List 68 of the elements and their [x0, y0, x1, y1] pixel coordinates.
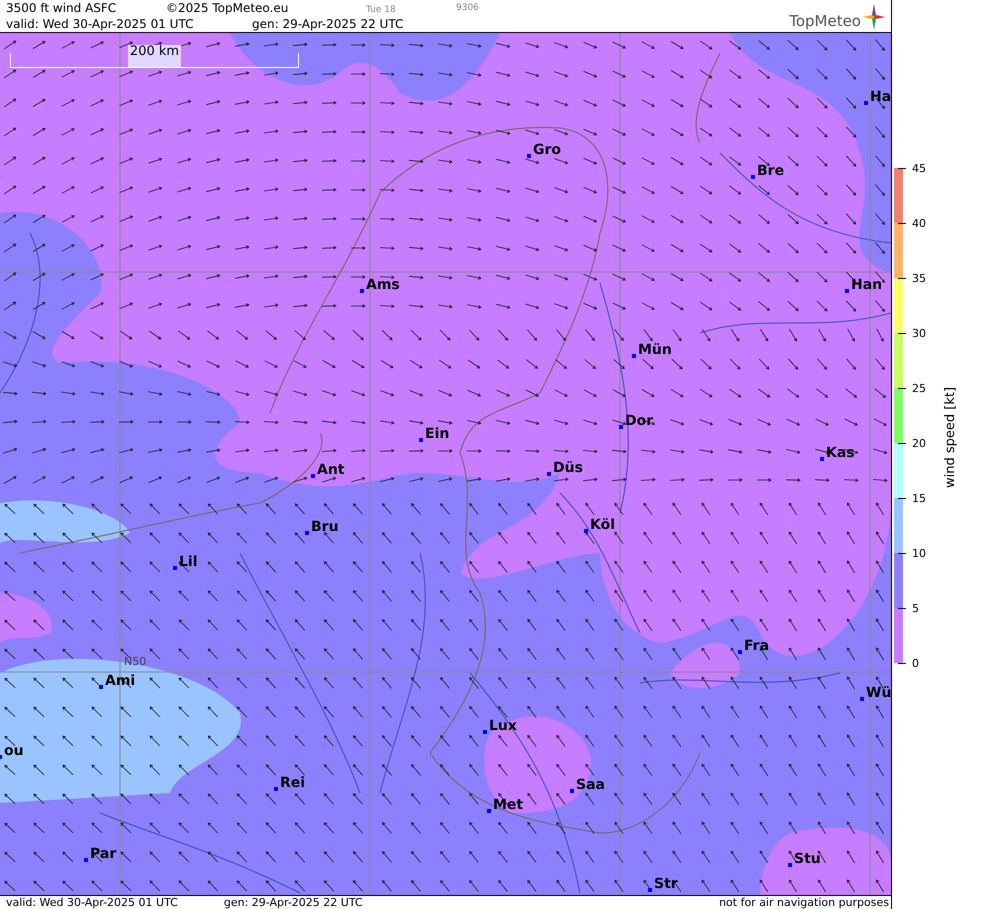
city-label: Met	[493, 798, 524, 812]
city-label: Bru	[311, 520, 339, 534]
city-label: Wü	[866, 686, 891, 700]
city-marker-icon	[820, 457, 824, 461]
tick-label: 15	[912, 492, 926, 504]
city-marker-icon	[305, 531, 309, 535]
city-marker-icon	[845, 289, 849, 293]
city-label: Rei	[280, 776, 306, 790]
tick-label: 0	[912, 656, 919, 670]
city-label: Ein	[425, 427, 450, 441]
scale-label: 200 km	[128, 45, 182, 67]
city-marker-icon	[99, 685, 103, 689]
city-marker-icon	[619, 425, 623, 429]
compass-star-icon	[863, 4, 885, 30]
city-marker-icon	[738, 650, 742, 654]
city-label: Düs	[553, 461, 583, 475]
grid-label: N50	[124, 655, 146, 668]
city-label: ou	[4, 744, 24, 758]
legend-title: wind speed [kt]	[943, 386, 958, 488]
tick-label: 5	[912, 602, 919, 614]
city-marker-icon	[311, 474, 315, 478]
city-marker-icon	[648, 888, 652, 892]
city-marker-icon	[360, 289, 364, 293]
city-marker-icon	[864, 101, 868, 105]
city-label: Mün	[638, 343, 672, 357]
city-marker-icon	[632, 354, 636, 358]
city-marker-icon	[173, 566, 177, 570]
city-label: Köl	[590, 518, 616, 532]
city-marker-icon	[547, 472, 551, 476]
city-label: Stu	[794, 852, 821, 866]
city-marker-icon	[584, 529, 588, 533]
city-label: Ant	[317, 463, 344, 477]
map-title: 3500 ft wind ASFC	[6, 1, 116, 15]
city-marker-icon	[84, 858, 88, 862]
city-label: Ha	[870, 90, 891, 104]
copyright-text: ©2025 TopMeteo.eu	[166, 1, 288, 15]
generated-time: gen: 29-Apr-2025 22 UTC	[252, 17, 404, 31]
city-label: Bre	[757, 164, 784, 178]
valid-time: valid: Wed 30-Apr-2025 01 UTC	[6, 896, 178, 909]
city-label: Han	[851, 278, 882, 292]
code-label: 9306	[456, 3, 479, 13]
city-label: Fra	[744, 639, 770, 653]
tick-label: 45	[912, 162, 926, 174]
city-label: Gro	[533, 143, 562, 157]
city-label: Ams	[366, 278, 400, 292]
day-label: Tue 18	[366, 5, 396, 15]
tick-label: 10	[912, 546, 926, 560]
city-marker-icon	[487, 809, 491, 813]
city-marker-icon	[527, 154, 531, 158]
city-label: Lil	[179, 555, 198, 569]
city-marker-icon	[860, 697, 864, 701]
valid-time: valid: Wed 30-Apr-2025 01 UTC	[6, 17, 194, 31]
city-marker-icon	[483, 730, 487, 734]
city-label: Kas	[826, 446, 855, 460]
city-marker-icon	[570, 789, 574, 793]
city-label: Saa	[576, 778, 605, 792]
disclaimer-text: not for air navigation purposes	[719, 896, 890, 909]
tick-label: 30	[912, 326, 926, 340]
city-marker-icon	[274, 787, 278, 791]
tick-label: 35	[912, 272, 926, 284]
city-marker-icon	[788, 863, 792, 867]
logo-text: TopMeteo	[789, 12, 861, 30]
tick-label: 25	[912, 382, 926, 394]
generated-time: gen: 29-Apr-2025 22 UTC	[224, 896, 363, 909]
city-marker-icon	[751, 175, 755, 179]
city-marker-icon	[419, 438, 423, 442]
tick-label: 20	[912, 436, 926, 450]
tick-label: 40	[912, 216, 926, 230]
